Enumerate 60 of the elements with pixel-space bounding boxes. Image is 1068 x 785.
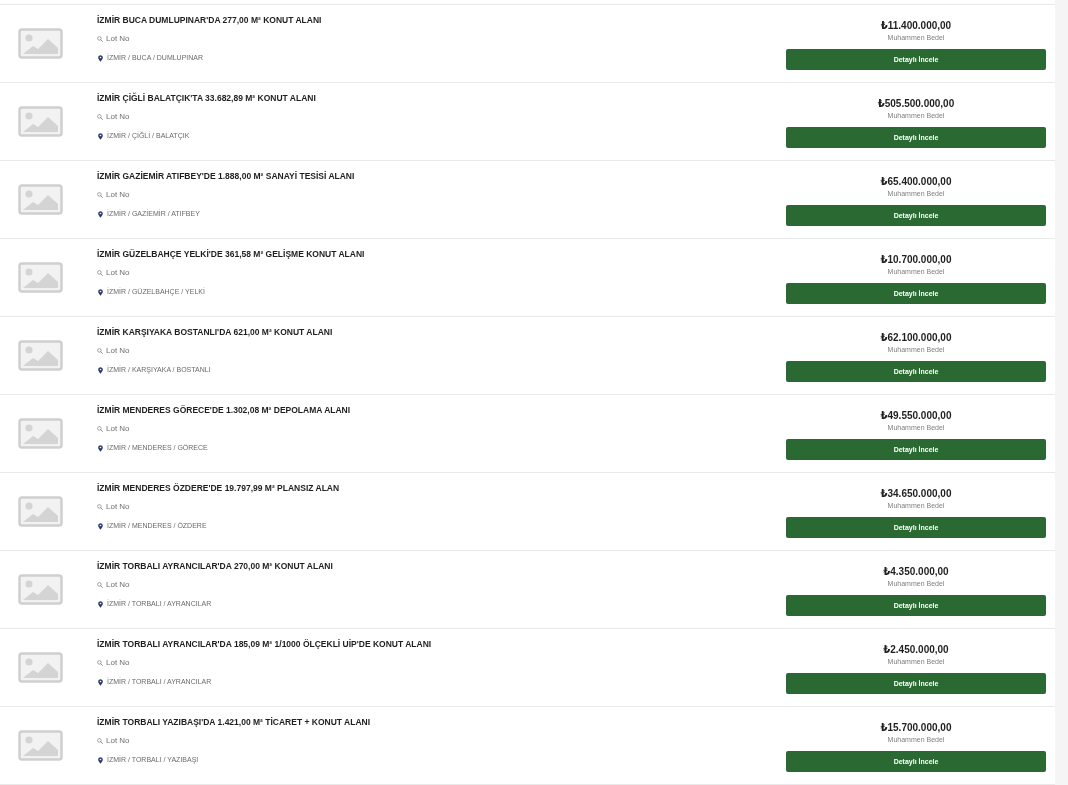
location-pin-icon bbox=[98, 444, 103, 452]
listing-title: İZMİR TORBALI YAZIBAŞI'DA 1.421,00 M² TİCARET + KONUT ALANI bbox=[97, 716, 371, 728]
price-text: ₺4.350.000,00 bbox=[883, 566, 949, 578]
price-text: ₺62.100.000,00 bbox=[880, 332, 952, 344]
lot-number-label: Lot No bbox=[106, 111, 130, 123]
lot-number-label: Lot No bbox=[106, 657, 130, 669]
image-icon bbox=[18, 574, 63, 605]
location-pin-icon bbox=[98, 756, 103, 764]
lot-number-label: Lot No bbox=[106, 423, 130, 435]
lot-number-label: Lot No bbox=[106, 735, 130, 747]
price-text: ₺505.500.000,00 bbox=[877, 98, 955, 110]
search-icon bbox=[97, 426, 103, 432]
image-icon bbox=[18, 340, 63, 371]
location-pin-icon bbox=[98, 366, 103, 374]
price-text: ₺11.400.000,00 bbox=[880, 20, 952, 32]
listing-title: İZMİR TORBALI AYRANCILAR'DA 185,09 M² 1/1000 ÖLÇEKLİ UİP'DE KONUT ALANI bbox=[97, 638, 432, 650]
lot-number-label: Lot No bbox=[106, 345, 130, 357]
search-icon bbox=[97, 114, 103, 120]
listing-title: İZMİR TORBALI AYRANCILAR'DA 270,00 M² KONUT ALANI bbox=[97, 560, 333, 572]
price-text: ₺10.700.000,00 bbox=[880, 254, 952, 266]
lot-number-label: Lot No bbox=[106, 33, 130, 45]
location-pin-icon bbox=[98, 132, 103, 140]
price-text: ₺49.550.000,00 bbox=[880, 410, 952, 422]
search-icon bbox=[97, 738, 103, 744]
image-icon bbox=[18, 730, 63, 761]
listing-title: İZMİR GÜZELBAHÇE YELKİ'DE 361,58 M² GELİŞME KONUT ALANI bbox=[97, 248, 365, 260]
image-icon bbox=[18, 652, 63, 683]
location-pin-icon bbox=[98, 54, 103, 62]
listing-title: İZMİR GAZİEMİR ATIFBEY'DE 1.888,00 M² SANAYİ TESİSİ ALANI bbox=[97, 170, 355, 182]
price-text: ₺34.650.000,00 bbox=[880, 488, 952, 500]
listing-title: İZMİR MENDERES ÖZDERE'DE 19.797,99 M² PLANSIZ ALAN bbox=[97, 482, 340, 494]
search-icon bbox=[97, 192, 103, 198]
listing-title: İZMİR BUCA DUMLUPINAR'DA 277,00 M² KONUT ALANI bbox=[97, 14, 322, 26]
search-icon bbox=[97, 270, 103, 276]
image-icon bbox=[18, 106, 63, 137]
search-icon bbox=[97, 660, 103, 666]
listing-title: İZMİR KARŞIYAKA BOSTANLI'DA 621,00 M² KONUT ALANI bbox=[97, 326, 333, 338]
image-icon bbox=[18, 262, 63, 293]
location-pin-icon bbox=[98, 210, 103, 218]
price-text: ₺2.450.000,00 bbox=[883, 644, 949, 656]
lot-number-label: Lot No bbox=[106, 267, 130, 279]
listing-title: İZMİR ÇİĞLİ BALATÇIK'TA 33.682,89 M² KONUT ALANI bbox=[97, 92, 316, 104]
image-icon bbox=[18, 418, 63, 449]
price-text: ₺65.400.000,00 bbox=[880, 176, 952, 188]
location-pin-icon bbox=[98, 288, 103, 296]
search-icon bbox=[97, 36, 103, 42]
location-pin-icon bbox=[98, 678, 103, 686]
location-pin-icon bbox=[98, 522, 103, 530]
lot-number-label: Lot No bbox=[106, 579, 130, 591]
search-icon bbox=[97, 348, 103, 354]
location-pin-icon bbox=[98, 600, 103, 608]
image-icon bbox=[18, 496, 63, 527]
price-text: ₺15.700.000,00 bbox=[880, 722, 952, 734]
search-icon bbox=[97, 504, 103, 510]
listing-title: İZMİR MENDERES GÖRECE'DE 1.302,08 M² DEPOLAMA ALANI bbox=[97, 404, 351, 416]
image-icon bbox=[18, 28, 63, 59]
search-icon bbox=[97, 582, 103, 588]
lot-number-label: Lot No bbox=[106, 501, 130, 513]
image-icon bbox=[18, 184, 63, 215]
lot-number-label: Lot No bbox=[106, 189, 130, 201]
